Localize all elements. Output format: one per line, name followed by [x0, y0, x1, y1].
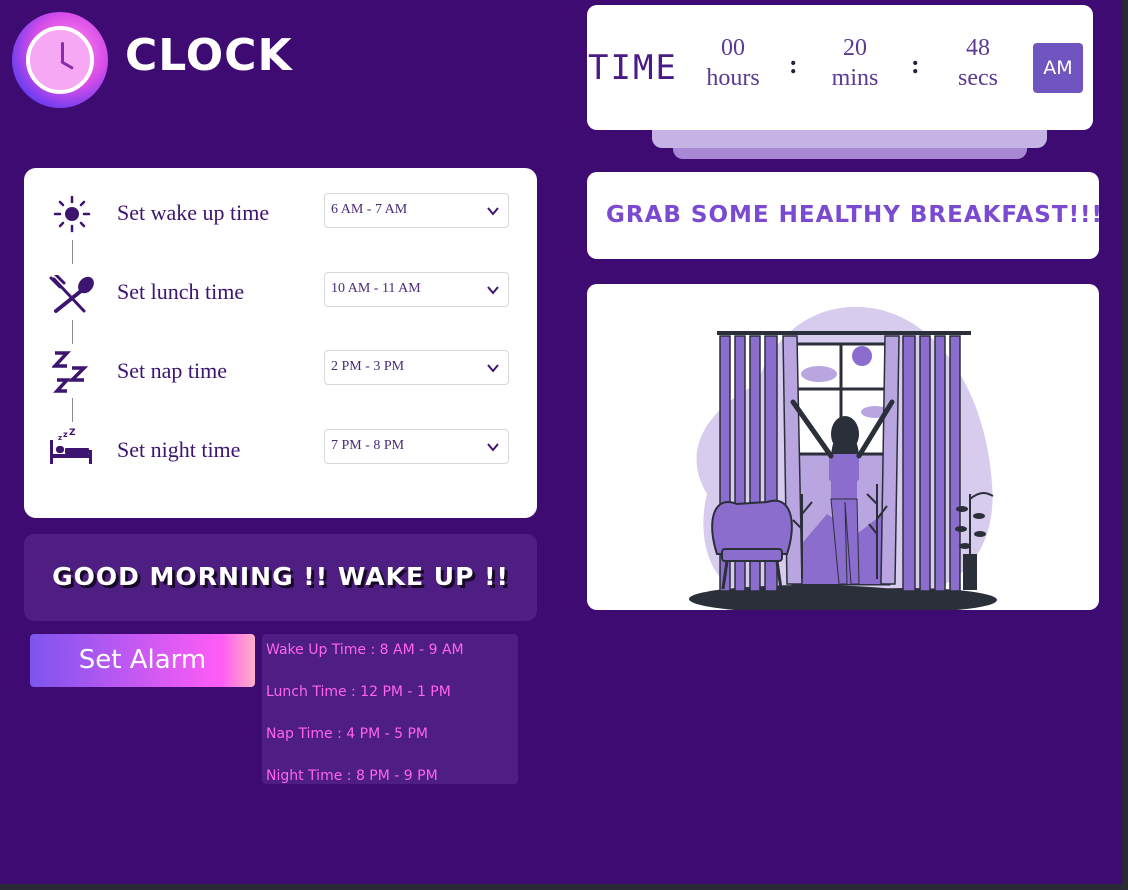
hours-unit: hours [706, 65, 760, 91]
app-title: CLOCK [125, 30, 293, 81]
wake-up-select[interactable]: 6 AM - 7 AM [324, 193, 509, 228]
wake-up-label: Set wake up time [117, 200, 270, 225]
chevron-down-icon [487, 207, 499, 216]
sun-icon [53, 195, 91, 238]
night-select[interactable]: 7 PM - 8 PM [324, 429, 509, 464]
zzz-icon [51, 350, 92, 399]
connector-line [72, 320, 73, 344]
alarm-item-nap: Nap Time : 4 PM - 5 PM [266, 726, 428, 742]
clock-logo-icon [12, 12, 108, 108]
night-label: Set night time [117, 437, 241, 462]
nap-select[interactable]: 2 PM - 3 PM [324, 350, 509, 385]
alarm-item-night: Night Time : 8 PM - 9 PM [266, 768, 438, 784]
ampm-button[interactable]: AM [1033, 43, 1083, 93]
message-text: GRAB SOME HEALTHY BREAKFAST!!! [606, 202, 1104, 228]
set-alarm-button[interactable]: Set Alarm [30, 634, 255, 687]
mins-value: 20 [843, 35, 867, 61]
fork-spoon-icon [48, 273, 94, 320]
lunch-label: Set lunch time [117, 279, 245, 304]
window-edge-right [1122, 0, 1128, 890]
nap-label: Set nap time [117, 358, 227, 383]
greeting-text: GOOD MORNING !! WAKE UP !! [52, 562, 509, 591]
bed-icon: z z Z [48, 428, 94, 471]
mins-unit: mins [831, 65, 879, 91]
alarm-item-wake-up: Wake Up Time : 8 AM - 9 AM [266, 642, 464, 658]
wake-up-select-value: 6 AM - 7 AM [331, 202, 408, 217]
connector-line [72, 240, 73, 264]
time-label: TIME [588, 48, 678, 88]
woman-at-window-illustration [689, 306, 997, 610]
svg-text:z: z [63, 430, 68, 439]
night-select-value: 7 PM - 8 PM [331, 438, 405, 453]
svg-text:Z: Z [69, 428, 76, 438]
connector-line [72, 398, 73, 422]
chevron-down-icon [487, 364, 499, 373]
lunch-select[interactable]: 10 AM - 11 AM [324, 272, 509, 307]
window-edge-bottom [0, 884, 1128, 890]
lunch-select-value: 10 AM - 11 AM [331, 281, 421, 296]
secs-value: 48 [966, 35, 990, 61]
hours-value: 00 [721, 35, 745, 61]
time-separator: : [789, 50, 798, 79]
chevron-down-icon [487, 286, 499, 295]
illustration-card [587, 284, 1099, 610]
time-separator: : [911, 50, 920, 79]
nap-select-value: 2 PM - 3 PM [331, 359, 405, 374]
secs-unit: secs [958, 65, 998, 91]
chevron-down-icon [487, 443, 499, 452]
alarm-item-lunch: Lunch Time : 12 PM - 1 PM [266, 684, 451, 700]
svg-text:z: z [58, 434, 62, 442]
